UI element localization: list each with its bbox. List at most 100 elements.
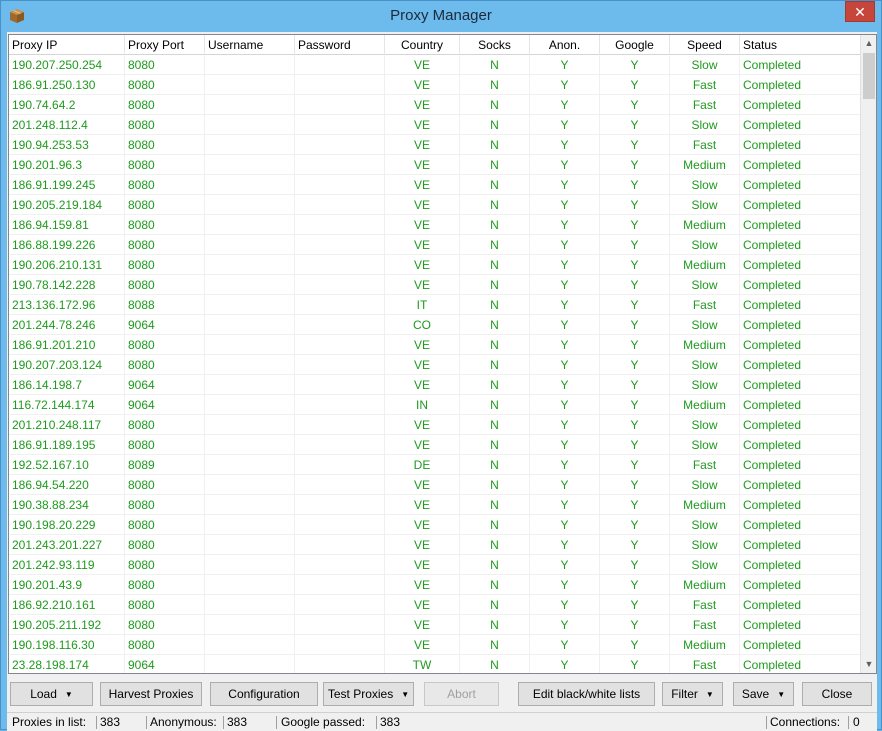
scroll-up-arrow-icon[interactable]: ▲ — [861, 35, 876, 52]
table-row[interactable]: 190.38.88.234 8080 VE N Y Y Medium Completed — [9, 495, 862, 515]
test-proxies-label: Test Proxies — [327, 687, 394, 701]
cell-anon: Y — [530, 355, 600, 375]
configuration-button[interactable]: Configuration — [210, 682, 318, 706]
cell-google: Y — [600, 195, 670, 215]
column-header-socks[interactable]: Socks — [460, 35, 530, 55]
table-row[interactable]: 190.78.142.228 8080 VE N Y Y Slow Completed — [9, 275, 862, 295]
cell-country: TW — [385, 655, 460, 673]
table-row[interactable]: 190.206.210.131 8080 VE N Y Y Medium Completed — [9, 255, 862, 275]
load-button[interactable]: Load ▼ — [10, 682, 93, 706]
table-row[interactable]: 201.244.78.246 9064 CO N Y Y Slow Completed — [9, 315, 862, 335]
cell-status: Completed — [740, 395, 862, 415]
cell-anon: Y — [530, 295, 600, 315]
cell-socks: N — [460, 415, 530, 435]
cell-socks: N — [460, 115, 530, 135]
table-row[interactable]: 186.94.159.81 8080 VE N Y Y Medium Completed — [9, 215, 862, 235]
table-row[interactable]: 186.91.199.245 8080 VE N Y Y Slow Completed — [9, 175, 862, 195]
cell-username — [205, 515, 295, 535]
cell-password — [295, 215, 385, 235]
table-row[interactable]: 190.207.250.254 8080 VE N Y Y Slow Completed — [9, 55, 862, 75]
cell-status: Completed — [740, 615, 862, 635]
table-row[interactable]: 201.210.248.117 8080 VE N Y Y Slow Completed — [9, 415, 862, 435]
column-header-status[interactable]: Status — [740, 35, 862, 55]
title-bar[interactable]: Proxy Manager ✕ — [1, 1, 881, 32]
cell-country: VE — [385, 375, 460, 395]
table-row[interactable]: 116.72.144.174 9064 IN N Y Y Medium Completed — [9, 395, 862, 415]
abort-button[interactable]: Abort — [424, 682, 499, 706]
cell-speed: Fast — [670, 295, 740, 315]
table-row[interactable]: 190.205.219.184 8080 VE N Y Y Slow Completed — [9, 195, 862, 215]
cell-google: Y — [600, 555, 670, 575]
filter-button[interactable]: Filter ▼ — [662, 682, 723, 706]
column-header-password[interactable]: Password — [295, 35, 385, 55]
cell-proxy-port: 8080 — [125, 275, 205, 295]
cell-google: Y — [600, 155, 670, 175]
window-close-button[interactable]: ✕ — [845, 1, 875, 22]
vertical-scrollbar[interactable]: ▲ ▼ — [860, 35, 876, 673]
table-row[interactable]: 186.92.210.161 8080 VE N Y Y Fast Completed — [9, 595, 862, 615]
scroll-down-arrow-icon[interactable]: ▼ — [861, 656, 876, 673]
cell-status: Completed — [740, 335, 862, 355]
cell-anon: Y — [530, 55, 600, 75]
table-row[interactable]: 192.52.167.10 8089 DE N Y Y Fast Completed — [9, 455, 862, 475]
table-row[interactable]: 190.198.20.229 8080 VE N Y Y Slow Completed — [9, 515, 862, 535]
cell-password — [295, 75, 385, 95]
filter-label: Filter — [671, 687, 698, 701]
table-row[interactable]: 190.207.203.124 8080 VE N Y Y Slow Completed — [9, 355, 862, 375]
cell-proxy-ip: 190.205.211.192 — [9, 615, 125, 635]
cell-proxy-ip: 186.14.198.7 — [9, 375, 125, 395]
table-row[interactable]: 213.136.172.96 8088 IT N Y Y Fast Completed — [9, 295, 862, 315]
column-header-proxy-ip[interactable]: Proxy IP — [9, 35, 125, 55]
cell-socks: N — [460, 455, 530, 475]
cell-password — [295, 415, 385, 435]
proxy-table[interactable]: Proxy IP Proxy Port Username Password Co… — [8, 34, 877, 674]
table-row[interactable]: 201.243.201.227 8080 VE N Y Y Slow Completed — [9, 535, 862, 555]
table-row[interactable]: 190.205.211.192 8080 VE N Y Y Fast Completed — [9, 615, 862, 635]
cell-proxy-port: 8088 — [125, 295, 205, 315]
cell-username — [205, 255, 295, 275]
table-row[interactable]: 186.88.199.226 8080 VE N Y Y Slow Completed — [9, 235, 862, 255]
table-row[interactable]: 186.94.54.220 8080 VE N Y Y Slow Completed — [9, 475, 862, 495]
cell-google: Y — [600, 635, 670, 655]
column-header-speed[interactable]: Speed — [670, 35, 740, 55]
table-row[interactable]: 23.28.198.174 9064 TW N Y Y Fast Completed — [9, 655, 862, 673]
cell-username — [205, 195, 295, 215]
column-header-google[interactable]: Google — [600, 35, 670, 55]
cell-proxy-ip: 192.52.167.10 — [9, 455, 125, 475]
table-row[interactable]: 190.94.253.53 8080 VE N Y Y Fast Completed — [9, 135, 862, 155]
scrollbar-thumb[interactable] — [863, 53, 875, 99]
cell-country: VE — [385, 595, 460, 615]
table-row[interactable]: 186.91.189.195 8080 VE N Y Y Slow Completed — [9, 435, 862, 455]
cell-username — [205, 115, 295, 135]
cell-speed: Fast — [670, 655, 740, 673]
table-row[interactable]: 201.242.93.119 8080 VE N Y Y Slow Completed — [9, 555, 862, 575]
cell-socks: N — [460, 555, 530, 575]
column-header-country[interactable]: Country — [385, 35, 460, 55]
cell-status: Completed — [740, 155, 862, 175]
save-button[interactable]: Save ▼ — [733, 682, 794, 706]
anonymous-value: 383 — [227, 715, 248, 729]
edit-black-white-lists-button[interactable]: Edit black/white lists — [518, 682, 655, 706]
cell-username — [205, 175, 295, 195]
cell-country: IT — [385, 295, 460, 315]
test-proxies-button[interactable]: Test Proxies ▼ — [323, 682, 414, 706]
column-header-proxy-port[interactable]: Proxy Port — [125, 35, 205, 55]
cell-status: Completed — [740, 215, 862, 235]
table-row[interactable]: 186.14.198.7 9064 VE N Y Y Slow Completed — [9, 375, 862, 395]
table-row[interactable]: 190.74.64.2 8080 VE N Y Y Fast Completed — [9, 95, 862, 115]
table-row[interactable]: 201.248.112.4 8080 VE N Y Y Slow Completed — [9, 115, 862, 135]
cell-proxy-ip: 116.72.144.174 — [9, 395, 125, 415]
cell-socks: N — [460, 235, 530, 255]
table-row[interactable]: 186.91.201.210 8080 VE N Y Y Medium Completed — [9, 335, 862, 355]
harvest-proxies-button[interactable]: Harvest Proxies — [100, 682, 202, 706]
column-header-anon[interactable]: Anon. — [530, 35, 600, 55]
cell-country: VE — [385, 515, 460, 535]
cell-username — [205, 355, 295, 375]
close-button[interactable]: Close — [802, 682, 872, 706]
table-row[interactable]: 190.201.43.9 8080 VE N Y Y Medium Completed — [9, 575, 862, 595]
cell-proxy-ip: 190.78.142.228 — [9, 275, 125, 295]
table-row[interactable]: 190.198.116.30 8080 VE N Y Y Medium Completed — [9, 635, 862, 655]
table-row[interactable]: 186.91.250.130 8080 VE N Y Y Fast Completed — [9, 75, 862, 95]
column-header-username[interactable]: Username — [205, 35, 295, 55]
table-row[interactable]: 190.201.96.3 8080 VE N Y Y Medium Completed — [9, 155, 862, 175]
